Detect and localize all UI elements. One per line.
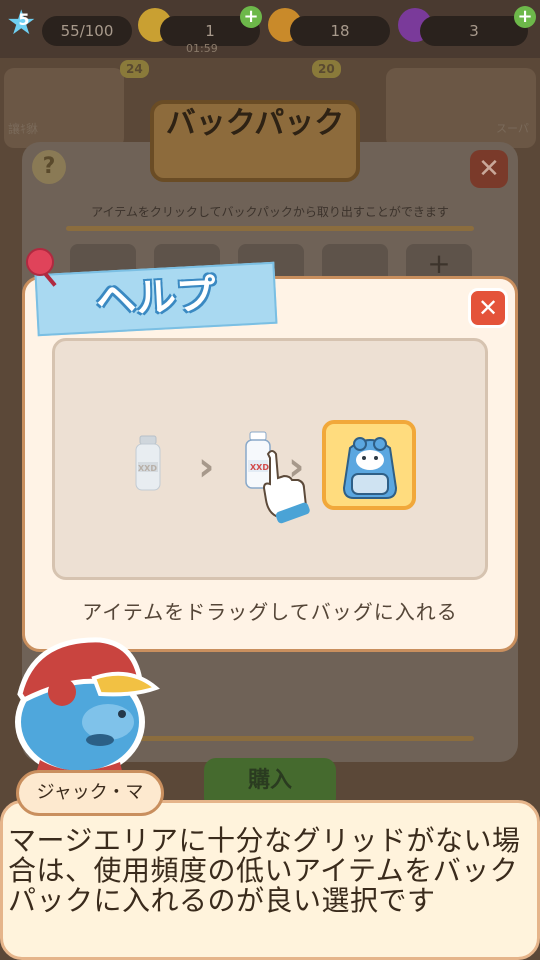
- energy-counter[interactable]: 55/100: [42, 16, 132, 46]
- pointing-hand-icon: [262, 450, 310, 524]
- close-icon[interactable]: ✕: [468, 288, 508, 328]
- backpack-title: バックパック: [165, 106, 345, 141]
- backpack-icon: [342, 437, 398, 499]
- backpack-instruction: アイテムをクリックしてバックパックから取り出すことができます: [91, 205, 449, 219]
- coin-counter[interactable]: 18: [290, 16, 390, 46]
- energy-timer: 01:59: [186, 42, 218, 55]
- shop-label: スーパ: [496, 122, 529, 135]
- price-badge: 24: [120, 60, 149, 78]
- price-badge: 20: [312, 60, 341, 78]
- help-caption: アイテムをドラッグしてバッグに入れる: [82, 600, 458, 624]
- arrow-icon: ›: [198, 444, 215, 490]
- level-number: 5: [18, 10, 30, 29]
- pushpin-icon: [26, 248, 54, 276]
- divider: [66, 226, 474, 231]
- shop-label: 讓ｷ貅: [8, 122, 39, 136]
- gem-counter[interactable]: 3: [420, 16, 528, 46]
- arrow-icon: ›: [288, 444, 305, 490]
- character-avatar: [15, 637, 160, 780]
- dialogue-text: マージエリアに十分なグリッドがない場合は、使用頻度の低いアイテムをバックパックに…: [8, 824, 521, 917]
- backpack-close-button[interactable]: ✕: [470, 150, 508, 188]
- shop-item-card: [386, 68, 536, 148]
- add-gem-button[interactable]: +: [514, 6, 536, 28]
- speaker-name: ジャック・マ: [16, 770, 164, 816]
- add-bolt-button[interactable]: +: [240, 6, 262, 28]
- help-icon[interactable]: ?: [32, 150, 66, 184]
- bottle-label: XXD: [138, 464, 157, 473]
